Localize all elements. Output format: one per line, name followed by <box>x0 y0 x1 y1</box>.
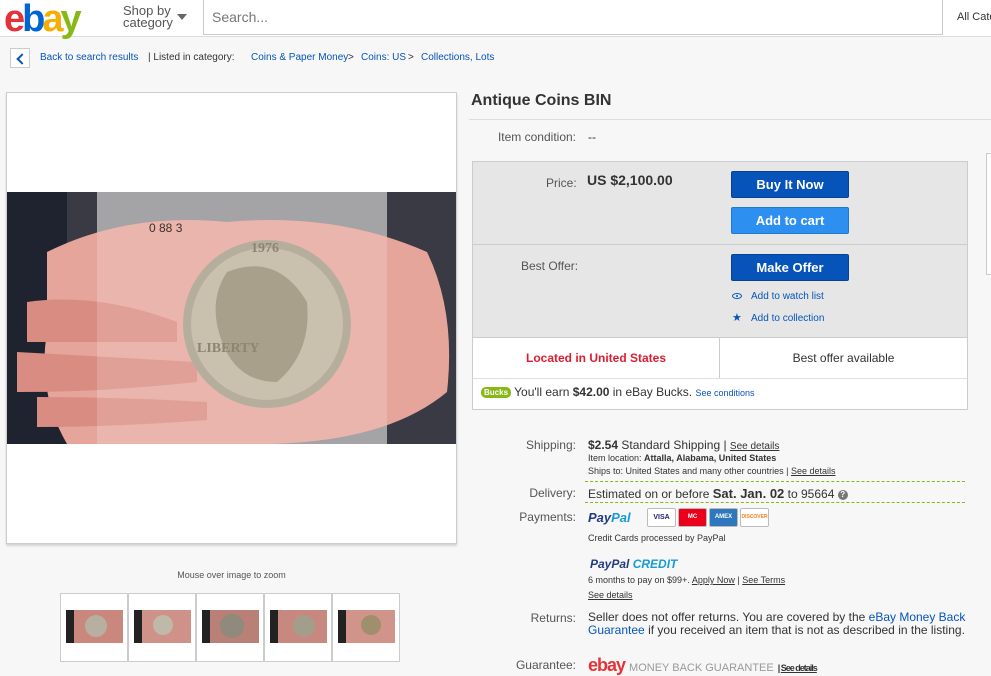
price-value: US $2,100.00 <box>587 172 673 188</box>
eye-icon <box>732 293 742 299</box>
add-to-collection-link[interactable]: Add to collection <box>751 313 824 324</box>
top-header: ebay Shop by category All Cate <box>0 0 991 38</box>
svg-text:1976: 1976 <box>251 241 279 256</box>
buy-it-now-button[interactable]: Buy It Now <box>731 171 849 198</box>
price-label: Price: <box>546 176 577 190</box>
bucks-conditions-link[interactable]: See conditions <box>695 388 754 398</box>
discover-icon: DISCOVER <box>740 508 769 527</box>
side-panel-edge <box>986 153 991 275</box>
payments-see-details: See details <box>588 590 633 600</box>
section-divider <box>585 502 965 503</box>
delivery-estimate: Estimated on or before Sat. Jan. 02 to 9… <box>588 486 848 501</box>
breadcrumb-category-coins-paper-money[interactable]: Coins & Paper Money <box>251 48 348 68</box>
make-offer-button[interactable]: Make Offer <box>731 254 849 281</box>
returns-label: Returns: <box>530 611 576 625</box>
buy-box-info-row: Located in United States Best offer avai… <box>473 337 967 379</box>
see-terms-link[interactable]: See Terms <box>742 575 785 585</box>
item-condition-value: -- <box>588 130 596 144</box>
paypal-credit-logo: PayPal CREDIT <box>590 557 678 571</box>
zoom-hint: Mouse over image to zoom <box>177 570 286 580</box>
amex-icon: AMEX <box>709 508 738 527</box>
svg-text:LIBERTY: LIBERTY <box>197 341 260 356</box>
add-to-cart-button[interactable]: Add to cart <box>731 207 849 234</box>
paypal-logo: PayPal <box>588 510 631 525</box>
star-icon: ★ <box>732 312 742 324</box>
title-divider <box>469 119 991 120</box>
payments-label: Payments: <box>519 510 576 524</box>
guarantee-see-details-link[interactable]: See details <box>781 663 818 673</box>
thumbnail-4[interactable] <box>264 593 332 662</box>
ships-to-see-details-link[interactable]: See details <box>791 466 836 476</box>
ebay-logo[interactable]: ebay <box>4 0 82 38</box>
help-icon[interactable]: ? <box>837 490 848 500</box>
breadcrumb-category-coins-us[interactable]: Coins: US <box>361 48 406 68</box>
item-location: Item location: Attalla, Alabama, United … <box>588 453 777 463</box>
breadcrumb-separator: > <box>408 52 414 63</box>
breadcrumb-separator: > <box>348 52 354 63</box>
best-offer-label: Best Offer: <box>521 259 579 273</box>
thumbnail-1[interactable] <box>60 593 128 662</box>
breadcrumb-category-collections-lots[interactable]: Collections, Lots <box>421 48 494 68</box>
shipping-cost: $2.54 Standard Shipping | See details <box>588 438 780 452</box>
delivery-label: Delivery: <box>529 486 576 500</box>
item-location-notice: Located in United States <box>473 338 720 378</box>
credit-cards-processed-note: Credit Cards processed by PayPal <box>588 533 726 543</box>
section-divider <box>585 481 965 482</box>
back-arrow-icon[interactable] <box>10 48 30 68</box>
apply-now-link[interactable]: Apply Now <box>692 575 735 585</box>
search-input[interactable] <box>203 0 943 35</box>
buy-box: Price: US $2,100.00 Buy It Now Add to ca… <box>472 161 968 410</box>
thumbnail-5[interactable] <box>332 593 400 662</box>
listed-in-label: | Listed in category: <box>148 52 235 63</box>
ebay-bucks-line: Bucks You'll earn $42.00 in eBay Bucks. … <box>481 385 755 399</box>
best-offer-available-notice: Best offer available <box>792 351 895 365</box>
add-to-watch-list-link[interactable]: Add to watch list <box>751 291 824 302</box>
visa-icon: VISA <box>647 508 676 527</box>
coin-in-hand-photo[interactable]: 1976 LIBERTY 0 88 3 <box>7 192 456 444</box>
back-to-search-link[interactable]: Back to search results <box>40 48 138 68</box>
mastercard-icon: MC <box>678 508 707 527</box>
main-image-panel[interactable]: 1976 LIBERTY 0 88 3 <box>6 92 457 544</box>
all-categories-select[interactable]: All Cate <box>942 0 991 35</box>
delivery-zip-link[interactable]: 95664 <box>801 487 834 501</box>
thumbnail-3[interactable] <box>196 593 264 662</box>
shipping-label: Shipping: <box>525 438 576 452</box>
ebay-bucks-badge-icon: Bucks <box>481 387 512 398</box>
shipping-see-details-link[interactable]: See details <box>730 441 779 452</box>
paypal-credit-terms: 6 months to pay on $99+. Apply Now | See… <box>588 575 786 585</box>
svg-text:0 88 3: 0 88 3 <box>149 221 183 235</box>
returns-policy-text: Seller does not offer returns. You are c… <box>588 610 966 637</box>
buy-box-actions: Price: US $2,100.00 Buy It Now Add to ca… <box>473 162 967 337</box>
shop-by-category-button[interactable]: Shop by category <box>123 4 187 29</box>
item-title: Antique Coins BIN <box>471 92 612 109</box>
money-back-guarantee-logo: ebay MONEY BACK GUARANTEE | See details <box>588 655 818 675</box>
guarantee-label: Guarantee: <box>515 658 576 672</box>
ships-to: Ships to: United States and many other c… <box>588 466 836 476</box>
item-condition-label: Item condition: <box>497 130 576 144</box>
chevron-down-icon <box>177 14 187 20</box>
buy-box-divider <box>473 244 967 245</box>
payments-see-details-link[interactable]: See details <box>588 590 633 600</box>
thumbnail-2[interactable] <box>128 593 196 662</box>
